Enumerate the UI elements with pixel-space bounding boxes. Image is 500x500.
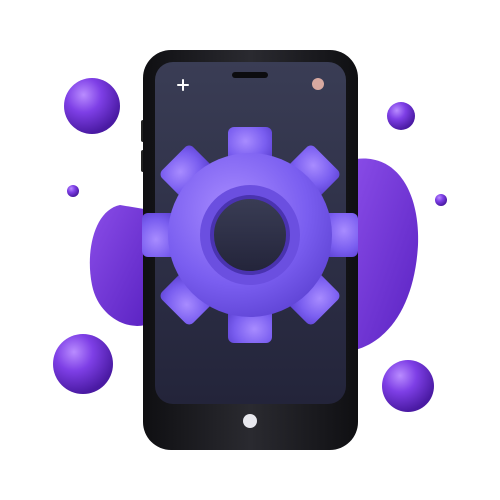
sphere-icon [387,102,415,130]
sphere-icon [382,360,434,412]
camera-dot-icon [312,78,324,90]
settings-phone-illustration [53,50,447,450]
gear-icon [142,127,358,343]
home-button-icon[interactable] [243,414,257,428]
sphere-icon [435,194,447,206]
speaker-slot [232,72,268,78]
sphere-icon [64,78,120,134]
right-blob-shape [350,158,419,350]
sphere-icon [53,334,113,394]
illustration [0,0,500,500]
left-blob-shape [89,205,150,326]
sphere-icon [67,185,79,197]
